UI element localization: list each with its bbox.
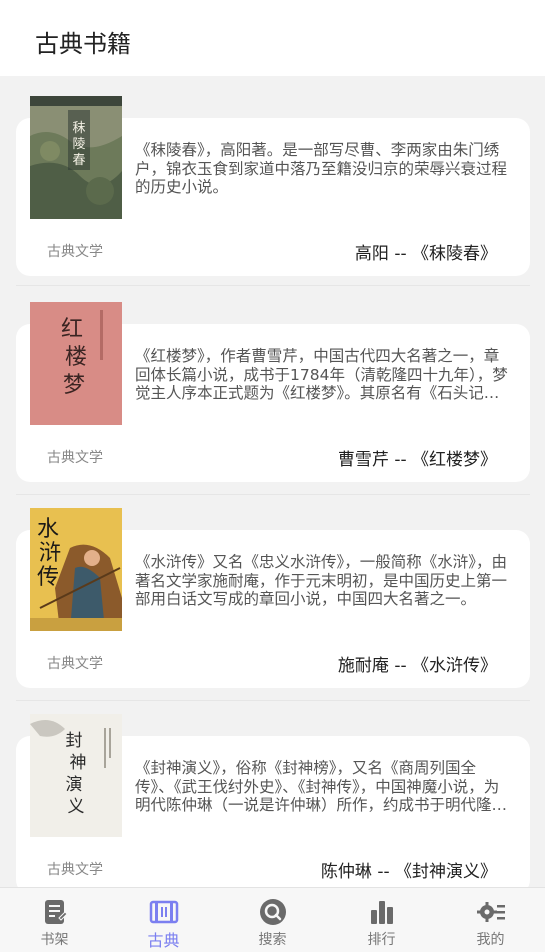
divider xyxy=(16,494,530,495)
book-item[interactable]: 红 楼 梦 《红楼梦》，作者曹雪芹，中国古代四大名著之一，章回体长篇小说，成书于… xyxy=(0,282,545,488)
page-title: 古典书籍 xyxy=(35,30,131,58)
tab-label: 排行 xyxy=(367,932,396,948)
svg-text:演: 演 xyxy=(66,775,83,795)
search-icon xyxy=(259,899,286,925)
tab-mine[interactable]: 我的 xyxy=(436,888,545,952)
svg-text:传: 传 xyxy=(37,565,59,590)
book-author-title: 高阳 -- 《秣陵春》 xyxy=(354,244,497,264)
tab-label: 古典 xyxy=(147,931,180,950)
book-category: 古典文学 xyxy=(47,656,103,672)
book-author-title: 陈仲琳 -- 《封神演义》 xyxy=(320,862,497,882)
book-author-title: 曹雪芹 -- 《红楼梦》 xyxy=(337,450,497,470)
tab-label: 我的 xyxy=(476,932,505,948)
tab-ranking[interactable]: 排行 xyxy=(327,888,436,952)
book-description: 《封神演义》，俗称《封神榜》，又名《商周列国全传》、《武王伐纣外史》、《封神传》… xyxy=(135,759,500,814)
tab-bookshelf[interactable]: 书架 xyxy=(0,888,109,952)
book-cover[interactable]: 水 浒 传 xyxy=(30,508,122,631)
divider xyxy=(16,700,530,701)
tab-label: 搜索 xyxy=(258,932,287,948)
cover-image-molingchun: 秣 陵 春 xyxy=(30,96,122,219)
cover-image-fengshenyanyi: 封 神 演 义 xyxy=(30,714,122,837)
svg-text:楼: 楼 xyxy=(65,345,87,370)
book-description: 《水浒传》又名《忠义水浒传》，一般简称《水浒》，由著名文学家施耐庵，作于元末明初… xyxy=(135,553,508,608)
book-list[interactable]: 秣 陵 春 《秣陵春》，高阳著。是一部写尽曹、李两家由朱门绣户，锦衣玉食到家道中… xyxy=(0,76,545,887)
svg-text:神: 神 xyxy=(70,753,87,773)
book-item[interactable]: 水 浒 传 《水浒传》又名《忠义水浒传》，一般简称《水浒》，由著名文学家施耐庵，… xyxy=(0,488,545,694)
cover-image-hongloumeng: 红 楼 梦 xyxy=(30,302,122,425)
book-description: 《秣陵春》，高阳著。是一部写尽曹、李两家由朱门绣户，锦衣玉食到家道中落乃至籍没归… xyxy=(135,141,508,196)
svg-text:秣: 秣 xyxy=(72,120,85,136)
svg-text:梦: 梦 xyxy=(63,373,85,398)
book-category: 古典文学 xyxy=(47,450,103,466)
book-cover[interactable]: 封 神 演 义 xyxy=(30,714,122,837)
book-edit-icon xyxy=(44,900,68,924)
cover-image-shuihuzhuan: 水 浒 传 xyxy=(30,508,122,631)
book-item[interactable]: 秣 陵 春 《秣陵春》，高阳著。是一部写尽曹、李两家由朱门绣户，锦衣玉食到家道中… xyxy=(0,76,545,282)
book-author-title: 施耐庵 -- 《水浒传》 xyxy=(337,656,497,676)
book-description: 《红楼梦》，作者曹雪芹，中国古代四大名著之一，章回体长篇小说，成书于1784年（… xyxy=(135,347,508,402)
svg-text:封: 封 xyxy=(66,731,83,751)
tab-classics[interactable]: 古典 xyxy=(109,888,218,952)
settings-list-icon xyxy=(476,902,505,922)
bar-chart-icon xyxy=(370,901,393,924)
divider xyxy=(16,285,530,286)
book-category: 古典文学 xyxy=(47,862,103,878)
svg-text:浒: 浒 xyxy=(39,541,61,566)
svg-text:陵: 陵 xyxy=(72,137,85,152)
book-cover[interactable]: 红 楼 梦 xyxy=(30,302,122,425)
top-bar: 古典书籍 xyxy=(0,0,545,76)
svg-text:春: 春 xyxy=(72,153,85,168)
book-item[interactable]: 封 神 演 义 《封神演义》，俗称《封神榜》，又名《商周列国全传》、《武王伐纣外… xyxy=(0,694,545,887)
svg-text:水: 水 xyxy=(37,517,59,542)
tab-search[interactable]: 搜索 xyxy=(218,888,327,952)
scroll-icon xyxy=(149,900,178,924)
book-category: 古典文学 xyxy=(47,244,103,260)
bottom-tab-bar: 书架 古典 搜索 排行 我的 xyxy=(0,887,545,952)
svg-text:义: 义 xyxy=(68,797,85,817)
book-cover[interactable]: 秣 陵 春 xyxy=(30,96,122,219)
tab-label: 书架 xyxy=(40,932,69,948)
svg-text:红: 红 xyxy=(61,317,83,342)
